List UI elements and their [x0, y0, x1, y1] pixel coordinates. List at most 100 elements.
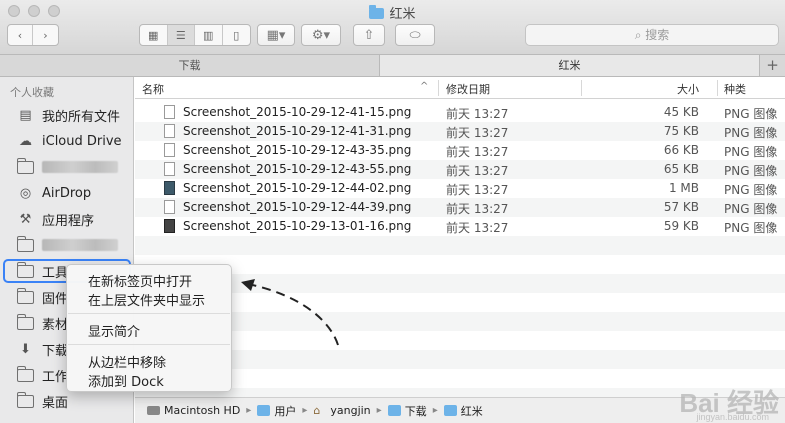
cover-flow-icon: ▯	[233, 28, 240, 42]
folder-icon	[443, 405, 457, 416]
action-button[interactable]: ⚙▾	[301, 24, 341, 46]
search-icon: ⌕	[634, 28, 642, 42]
window-titlebar: 红米 ‹ › ▦ ☰ ▥ ▯ ▦▾ ⚙▾ ⇧ ⬭ ⌕ 搜索	[0, 0, 785, 55]
folder-icon	[17, 365, 34, 384]
column-header-name[interactable]: 名称	[142, 81, 164, 97]
empty-row	[135, 274, 785, 293]
path-item-downloads[interactable]: 下载	[387, 403, 427, 419]
chevron-right-icon: ▸	[246, 405, 252, 416]
tab-downloads[interactable]: 下载	[0, 55, 380, 76]
sidebar-item-applications[interactable]: ⚒ 应用程序	[0, 207, 133, 231]
tag-icon: ⬭	[409, 27, 421, 43]
path-item-macintosh-hd[interactable]: Macintosh HD	[147, 404, 240, 417]
path-item-hongmi[interactable]: 红米	[443, 403, 483, 419]
cloud-icon: ☁	[19, 133, 32, 149]
gear-icon: ⚙▾	[311, 27, 331, 43]
home-icon: ⌂	[313, 404, 321, 417]
hard-disk-icon	[147, 406, 160, 415]
menu-separator	[68, 313, 230, 314]
menu-item-get-info[interactable]: 显示简介	[88, 321, 140, 340]
column-view-button[interactable]: ▥	[195, 25, 223, 45]
empty-row	[135, 350, 785, 369]
file-row[interactable]: Screenshot_2015-10-29-12-44-02.png 前天 13…	[135, 179, 785, 198]
png-file-icon	[164, 181, 175, 195]
column-header-size[interactable]: 大小	[677, 81, 699, 97]
chevron-right-icon: ›	[43, 28, 48, 42]
chevron-right-icon: ▸	[302, 405, 308, 416]
icon-view-button[interactable]: ▦	[140, 25, 168, 45]
sidebar-item-blurred-2[interactable]	[0, 233, 133, 257]
sidebar-item-desktop[interactable]: 桌面	[0, 389, 133, 413]
column-header-date[interactable]: 修改日期	[446, 81, 490, 97]
back-button[interactable]: ‹	[8, 25, 33, 45]
folder-icon	[17, 391, 34, 410]
folder-icon	[369, 5, 385, 19]
all-files-icon: ▤	[19, 107, 32, 123]
share-icon: ⇧	[363, 27, 375, 43]
blurred-label	[42, 239, 118, 251]
list-icon: ☰	[175, 28, 186, 42]
file-row[interactable]: Screenshot_2015-10-29-12-43-35.png 前天 13…	[135, 141, 785, 160]
navigation-buttons: ‹ ›	[7, 24, 59, 46]
search-input[interactable]: ⌕ 搜索	[525, 24, 779, 46]
tags-button[interactable]: ⬭	[395, 24, 435, 46]
column-header-kind[interactable]: 种类	[724, 81, 746, 97]
empty-row	[135, 236, 785, 255]
path-item-users[interactable]: 用户	[257, 403, 296, 419]
file-row[interactable]: Screenshot_2015-10-29-12-43-55.png 前天 13…	[135, 160, 785, 179]
arrange-grid-icon: ▦▾	[266, 27, 286, 43]
folder-icon	[257, 405, 271, 416]
chevron-right-icon: ▸	[432, 405, 438, 416]
folder-icon	[17, 313, 34, 332]
sidebar-item-icloud-drive[interactable]: ☁ iCloud Drive	[0, 129, 133, 153]
context-menu: 在新标签页中打开 在上层文件夹中显示 显示简介 从边栏中移除 添加到 Dock	[66, 264, 232, 392]
sidebar-section-favorites: 个人收藏	[10, 86, 54, 99]
tab-hongmi[interactable]: 红米	[380, 55, 760, 76]
menu-item-open-in-new-tab[interactable]: 在新标签页中打开	[88, 271, 192, 290]
forward-button[interactable]: ›	[33, 25, 58, 45]
blurred-label	[42, 161, 118, 173]
watermark-logo: Bai 经验 jingyan.baidu.com	[679, 388, 779, 422]
new-tab-button[interactable]: +	[760, 55, 785, 76]
png-file-icon	[164, 219, 175, 233]
sort-ascending-icon: ^	[420, 81, 429, 92]
png-file-icon	[164, 162, 175, 176]
download-folder-icon	[387, 405, 401, 416]
png-file-icon	[164, 105, 175, 119]
folder-icon	[17, 235, 34, 254]
window-title: 红米	[0, 3, 785, 22]
menu-item-show-in-enclosing-folder[interactable]: 在上层文件夹中显示	[88, 290, 205, 309]
png-file-icon	[164, 200, 175, 214]
path-item-home[interactable]: ⌂ yangjin	[313, 404, 370, 417]
file-row[interactable]: Screenshot_2015-10-29-12-41-31.png 前天 13…	[135, 122, 785, 141]
tab-bar: 下载 红米 +	[0, 55, 785, 77]
download-icon: ⬇	[20, 341, 31, 357]
arrange-button[interactable]: ▦▾	[257, 24, 295, 46]
view-mode-segmented: ▦ ☰ ▥ ▯	[139, 24, 251, 46]
sidebar-item-all-files[interactable]: ▤ 我的所有文件	[0, 103, 133, 127]
sidebar-item-airdrop[interactable]: ◎ AirDrop	[0, 181, 133, 205]
list-view-button[interactable]: ☰	[167, 25, 195, 45]
png-file-icon	[164, 124, 175, 138]
plus-icon: +	[766, 56, 779, 74]
share-button[interactable]: ⇧	[353, 24, 385, 46]
chevron-right-icon: ▸	[376, 405, 382, 416]
columns-icon: ▥	[203, 28, 214, 42]
empty-row	[135, 312, 785, 331]
applications-icon: ⚒	[19, 211, 32, 227]
folder-icon	[17, 287, 34, 306]
file-list: 名称 ^ 修改日期 大小 种类 Screenshot_2015-10-29-12…	[135, 77, 785, 397]
folder-icon	[17, 157, 34, 176]
folder-icon	[17, 261, 34, 280]
column-header-row: 名称 ^ 修改日期 大小 种类	[135, 77, 785, 99]
file-row[interactable]: Screenshot_2015-10-29-12-44-39.png 前天 13…	[135, 198, 785, 217]
chevron-left-icon: ‹	[17, 28, 23, 42]
menu-separator	[68, 344, 230, 345]
file-row[interactable]: Screenshot_2015-10-29-12-41-15.png 前天 13…	[135, 103, 785, 122]
sidebar-item-blurred-1[interactable]	[0, 155, 133, 179]
cover-flow-button[interactable]: ▯	[223, 25, 250, 45]
menu-item-add-to-dock[interactable]: 添加到 Dock	[88, 371, 164, 390]
png-file-icon	[164, 143, 175, 157]
file-row[interactable]: Screenshot_2015-10-29-13-01-16.png 前天 13…	[135, 217, 785, 236]
menu-item-remove-from-sidebar[interactable]: 从边栏中移除	[88, 352, 166, 371]
